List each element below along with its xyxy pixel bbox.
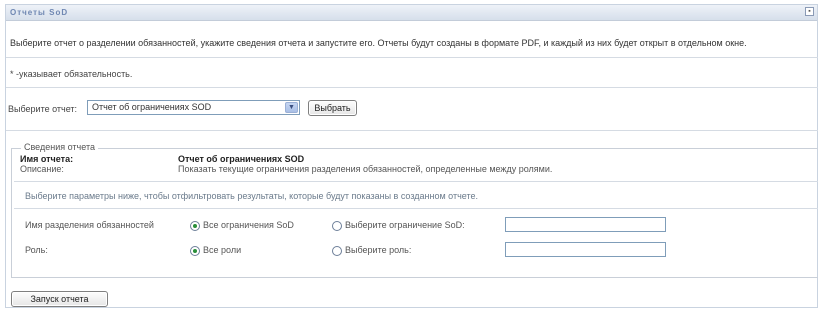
sod-constraint-input[interactable] [505,217,666,232]
report-select-label: Выберите отчет: [8,104,78,114]
role-input[interactable] [505,242,666,257]
divider [6,130,818,131]
divider [14,181,818,182]
report-details-legend: Сведения отчета [21,142,98,152]
report-description-label: Описание: [20,164,64,174]
run-report-button[interactable]: Запуск отчета [11,291,108,307]
all-sod-constraints-label: Все ограничения SoD [203,220,294,230]
select-report-button[interactable]: Выбрать [308,100,357,116]
report-description-value: Показать текущие ограничения разделения … [178,164,553,174]
collapse-icon[interactable]: ▪ [805,7,814,16]
required-note: * -указывает обязательность. [10,69,133,79]
report-name-label: Имя отчета: [20,154,74,164]
choose-sod-constraint-label: Выберите ограничение SoD: [345,220,465,230]
filter-hint: Выберите параметры ниже, чтобы отфильтро… [25,191,478,201]
divider [14,208,818,209]
sod-name-label: Имя разделения обязанностей [25,220,154,230]
report-select[interactable]: Отчет об ограничениях SOD ▼ [87,100,300,115]
divider [6,87,818,88]
choose-role-radio[interactable] [332,246,342,256]
divider [6,57,818,58]
role-label: Роль: [25,245,48,255]
chevron-down-icon[interactable]: ▼ [285,102,298,113]
report-name-value: Отчет об ограничениях SOD [178,154,305,164]
all-roles-radio[interactable] [190,246,200,256]
report-select-value: Отчет об ограничениях SOD [92,102,212,112]
panel-title: Отчеты SoD [10,8,69,17]
choose-role-label: Выберите роль: [345,245,412,255]
all-roles-label: Все роли [203,245,242,255]
choose-sod-constraint-radio[interactable] [332,221,342,231]
intro-text: Выберите отчет о разделении обязанностей… [10,38,747,48]
all-sod-constraints-radio[interactable] [190,221,200,231]
panel-titlebar: Отчеты SoD ▪ [6,5,817,21]
